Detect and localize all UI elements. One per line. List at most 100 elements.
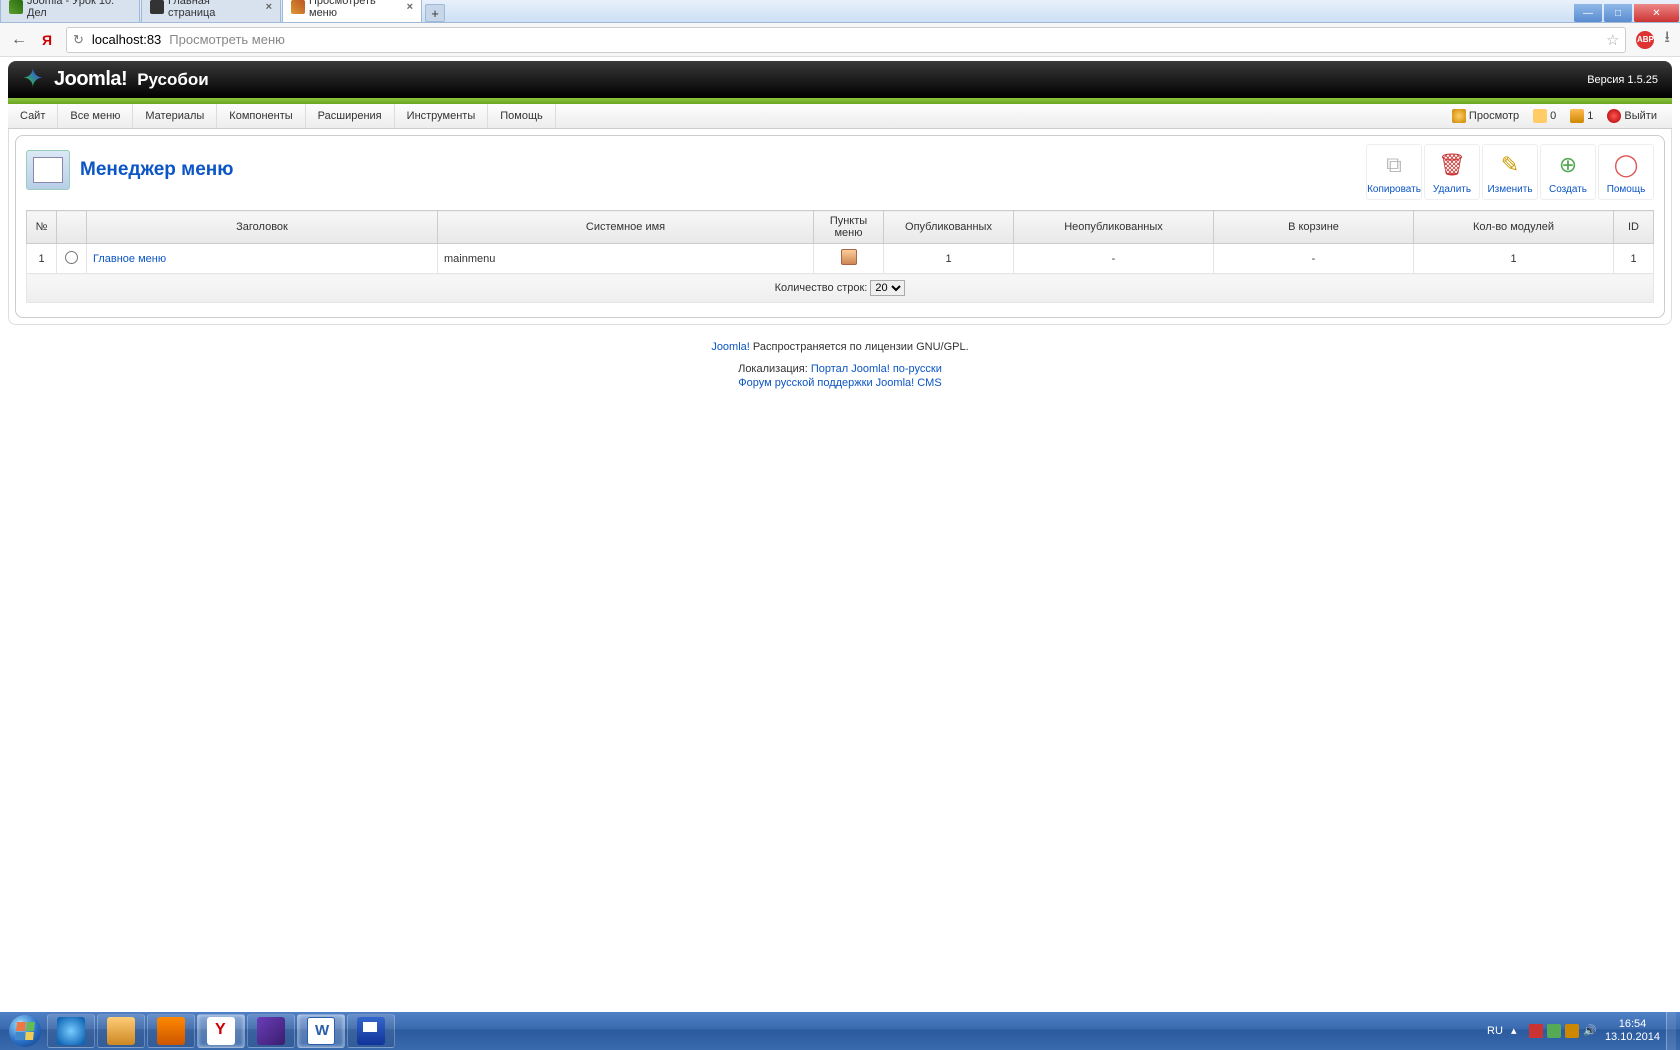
- th-sysname[interactable]: Системное имя: [438, 211, 814, 244]
- rows-per-page-label: Количество строк:: [775, 282, 868, 294]
- cell-sysname: mainmenu: [438, 244, 814, 274]
- window-titlebar: Joomla - Урок 10. Дел Главная страница ×…: [0, 0, 1680, 23]
- tray-show-hidden-icon[interactable]: ▴: [1511, 1024, 1525, 1038]
- browser-tab-2[interactable]: Просмотреть меню ×: [282, 0, 422, 22]
- word-icon: [307, 1017, 335, 1045]
- toolbar-new-button[interactable]: ⊕ Создать: [1540, 144, 1596, 200]
- taskbar-explorer[interactable]: [97, 1014, 145, 1048]
- cell-modules: 1: [1414, 244, 1614, 274]
- tray-time: 16:54: [1605, 1018, 1660, 1031]
- menu-manager-icon: [26, 150, 70, 190]
- content-inner: Менеджер меню ⧉ Копировать 🗑 Удалить ✎ И…: [15, 135, 1665, 318]
- joomla-logo-text: Joomla!: [54, 68, 127, 91]
- tab-title: Просмотреть меню: [309, 0, 399, 19]
- th-unpublished[interactable]: Неопубликованных: [1014, 211, 1214, 244]
- menu-title-link[interactable]: Главное меню: [93, 253, 166, 265]
- menu-menus[interactable]: Все меню: [58, 104, 133, 128]
- toolbar-copy-button[interactable]: ⧉ Копировать: [1366, 144, 1422, 200]
- menu-tools[interactable]: Инструменты: [395, 104, 489, 128]
- menu-help[interactable]: Помощь: [488, 104, 556, 128]
- browser-tab-strip: Joomla - Урок 10. Дел Главная страница ×…: [0, 0, 445, 22]
- joomla-logo-icon: [22, 67, 48, 93]
- taskbar-visual-studio[interactable]: [247, 1014, 295, 1048]
- cell-items: [814, 244, 884, 274]
- menu-extensions[interactable]: Расширения: [306, 104, 395, 128]
- status-messages[interactable]: 0: [1528, 109, 1561, 123]
- taskbar-browser[interactable]: [197, 1014, 245, 1048]
- footer-forum-link[interactable]: Форум русской поддержки Joomla! CMS: [738, 377, 941, 389]
- start-orb-icon: [9, 1015, 41, 1047]
- admin-status-bar: Просмотр 0 1 Выйти: [1447, 104, 1672, 128]
- taskbar-save-app[interactable]: [347, 1014, 395, 1048]
- tray-flag-icon[interactable]: [1529, 1024, 1543, 1038]
- browser-tab-0[interactable]: Joomla - Урок 10. Дел: [0, 0, 140, 22]
- downloads-icon[interactable]: ⭳: [1664, 26, 1670, 53]
- tray-language[interactable]: RU: [1487, 1025, 1503, 1037]
- browser-logo-icon[interactable]: Я: [38, 31, 56, 49]
- bookmark-star-icon[interactable]: ☆: [1606, 31, 1619, 49]
- footer-loc-link[interactable]: Портал Joomla! по-русски: [811, 363, 942, 375]
- window-maximize-button[interactable]: □: [1604, 4, 1632, 22]
- window-minimize-button[interactable]: —: [1574, 4, 1602, 22]
- action-toolbar: ⧉ Копировать 🗑 Удалить ✎ Изменить ⊕ Созд…: [1366, 144, 1654, 200]
- media-player-icon: [157, 1017, 185, 1045]
- reload-icon[interactable]: ↻: [73, 32, 84, 48]
- browser-tab-1[interactable]: Главная страница ×: [141, 0, 281, 22]
- toolbar-delete-button[interactable]: 🗑 Удалить: [1424, 144, 1480, 200]
- explorer-icon: [107, 1017, 135, 1045]
- page-title: Менеджер меню: [80, 159, 234, 181]
- admin-menubar: Сайт Все меню Материалы Компоненты Расши…: [8, 104, 1672, 129]
- admin-footer: Joomla! Распространяется по лицензии GNU…: [0, 325, 1680, 405]
- th-published[interactable]: Опубликованных: [884, 211, 1014, 244]
- taskbar-media-player[interactable]: [147, 1014, 195, 1048]
- toolbar-edit-button[interactable]: ✎ Изменить: [1482, 144, 1538, 200]
- page-title-wrap: Менеджер меню: [26, 144, 234, 196]
- rows-per-page-select[interactable]: 20: [870, 280, 905, 296]
- table-row: 1 Главное меню mainmenu 1 - - 1 1: [27, 244, 1654, 274]
- cell-title: Главное меню: [87, 244, 438, 274]
- status-users[interactable]: 1: [1565, 109, 1598, 123]
- logout-icon: [1607, 109, 1621, 123]
- th-num: №: [27, 211, 57, 244]
- th-title[interactable]: Заголовок: [87, 211, 438, 244]
- tab-favicon: [150, 0, 164, 14]
- window-close-button[interactable]: ✕: [1634, 4, 1679, 22]
- menu-items-icon[interactable]: [841, 249, 857, 265]
- status-logout[interactable]: Выйти: [1602, 109, 1662, 123]
- toolbar-help-button[interactable]: ◯ Помощь: [1598, 144, 1654, 200]
- new-tab-button[interactable]: +: [425, 4, 445, 22]
- tab-close-icon[interactable]: ×: [266, 1, 272, 13]
- row-select-radio[interactable]: [65, 251, 78, 264]
- tray-volume-icon[interactable]: 🔊: [1583, 1024, 1597, 1038]
- footer-joomla-link[interactable]: Joomla!: [711, 341, 750, 353]
- tray-network-icon[interactable]: [1547, 1024, 1561, 1038]
- tray-date: 13.10.2014: [1605, 1031, 1660, 1044]
- back-button[interactable]: ←: [10, 31, 28, 49]
- joomla-logo: Joomla!: [22, 67, 127, 93]
- window-controls: — □ ✕: [1573, 4, 1680, 22]
- cell-unpublished: -: [1014, 244, 1214, 274]
- status-preview[interactable]: Просмотр: [1447, 109, 1524, 123]
- adblock-icon[interactable]: ABP: [1636, 31, 1654, 49]
- preview-icon: [1452, 109, 1466, 123]
- cell-trash: -: [1214, 244, 1414, 274]
- tray-icons: ▴ 🔊: [1511, 1024, 1597, 1038]
- menu-content[interactable]: Материалы: [133, 104, 217, 128]
- tab-title: Joomla - Урок 10. Дел: [27, 0, 131, 19]
- taskbar-word[interactable]: [297, 1014, 345, 1048]
- menu-site[interactable]: Сайт: [8, 104, 58, 128]
- cell-published: 1: [884, 244, 1014, 274]
- tab-close-icon[interactable]: ×: [407, 1, 413, 13]
- th-id[interactable]: ID: [1614, 211, 1654, 244]
- menu-table: № Заголовок Системное имя Пункты меню Оп…: [26, 210, 1654, 303]
- taskbar-ie[interactable]: [47, 1014, 95, 1048]
- address-field[interactable]: ↻ localhost:83 Просмотреть меню ☆: [66, 27, 1626, 53]
- start-button[interactable]: [4, 1012, 46, 1050]
- cell-select: [57, 244, 87, 274]
- th-modules[interactable]: Кол-во модулей: [1414, 211, 1614, 244]
- menu-components[interactable]: Компоненты: [217, 104, 305, 128]
- tray-clock[interactable]: 16:54 13.10.2014: [1605, 1018, 1660, 1044]
- show-desktop-button[interactable]: [1666, 1012, 1676, 1050]
- tray-action-center-icon[interactable]: [1565, 1024, 1579, 1038]
- th-trash[interactable]: В корзине: [1214, 211, 1414, 244]
